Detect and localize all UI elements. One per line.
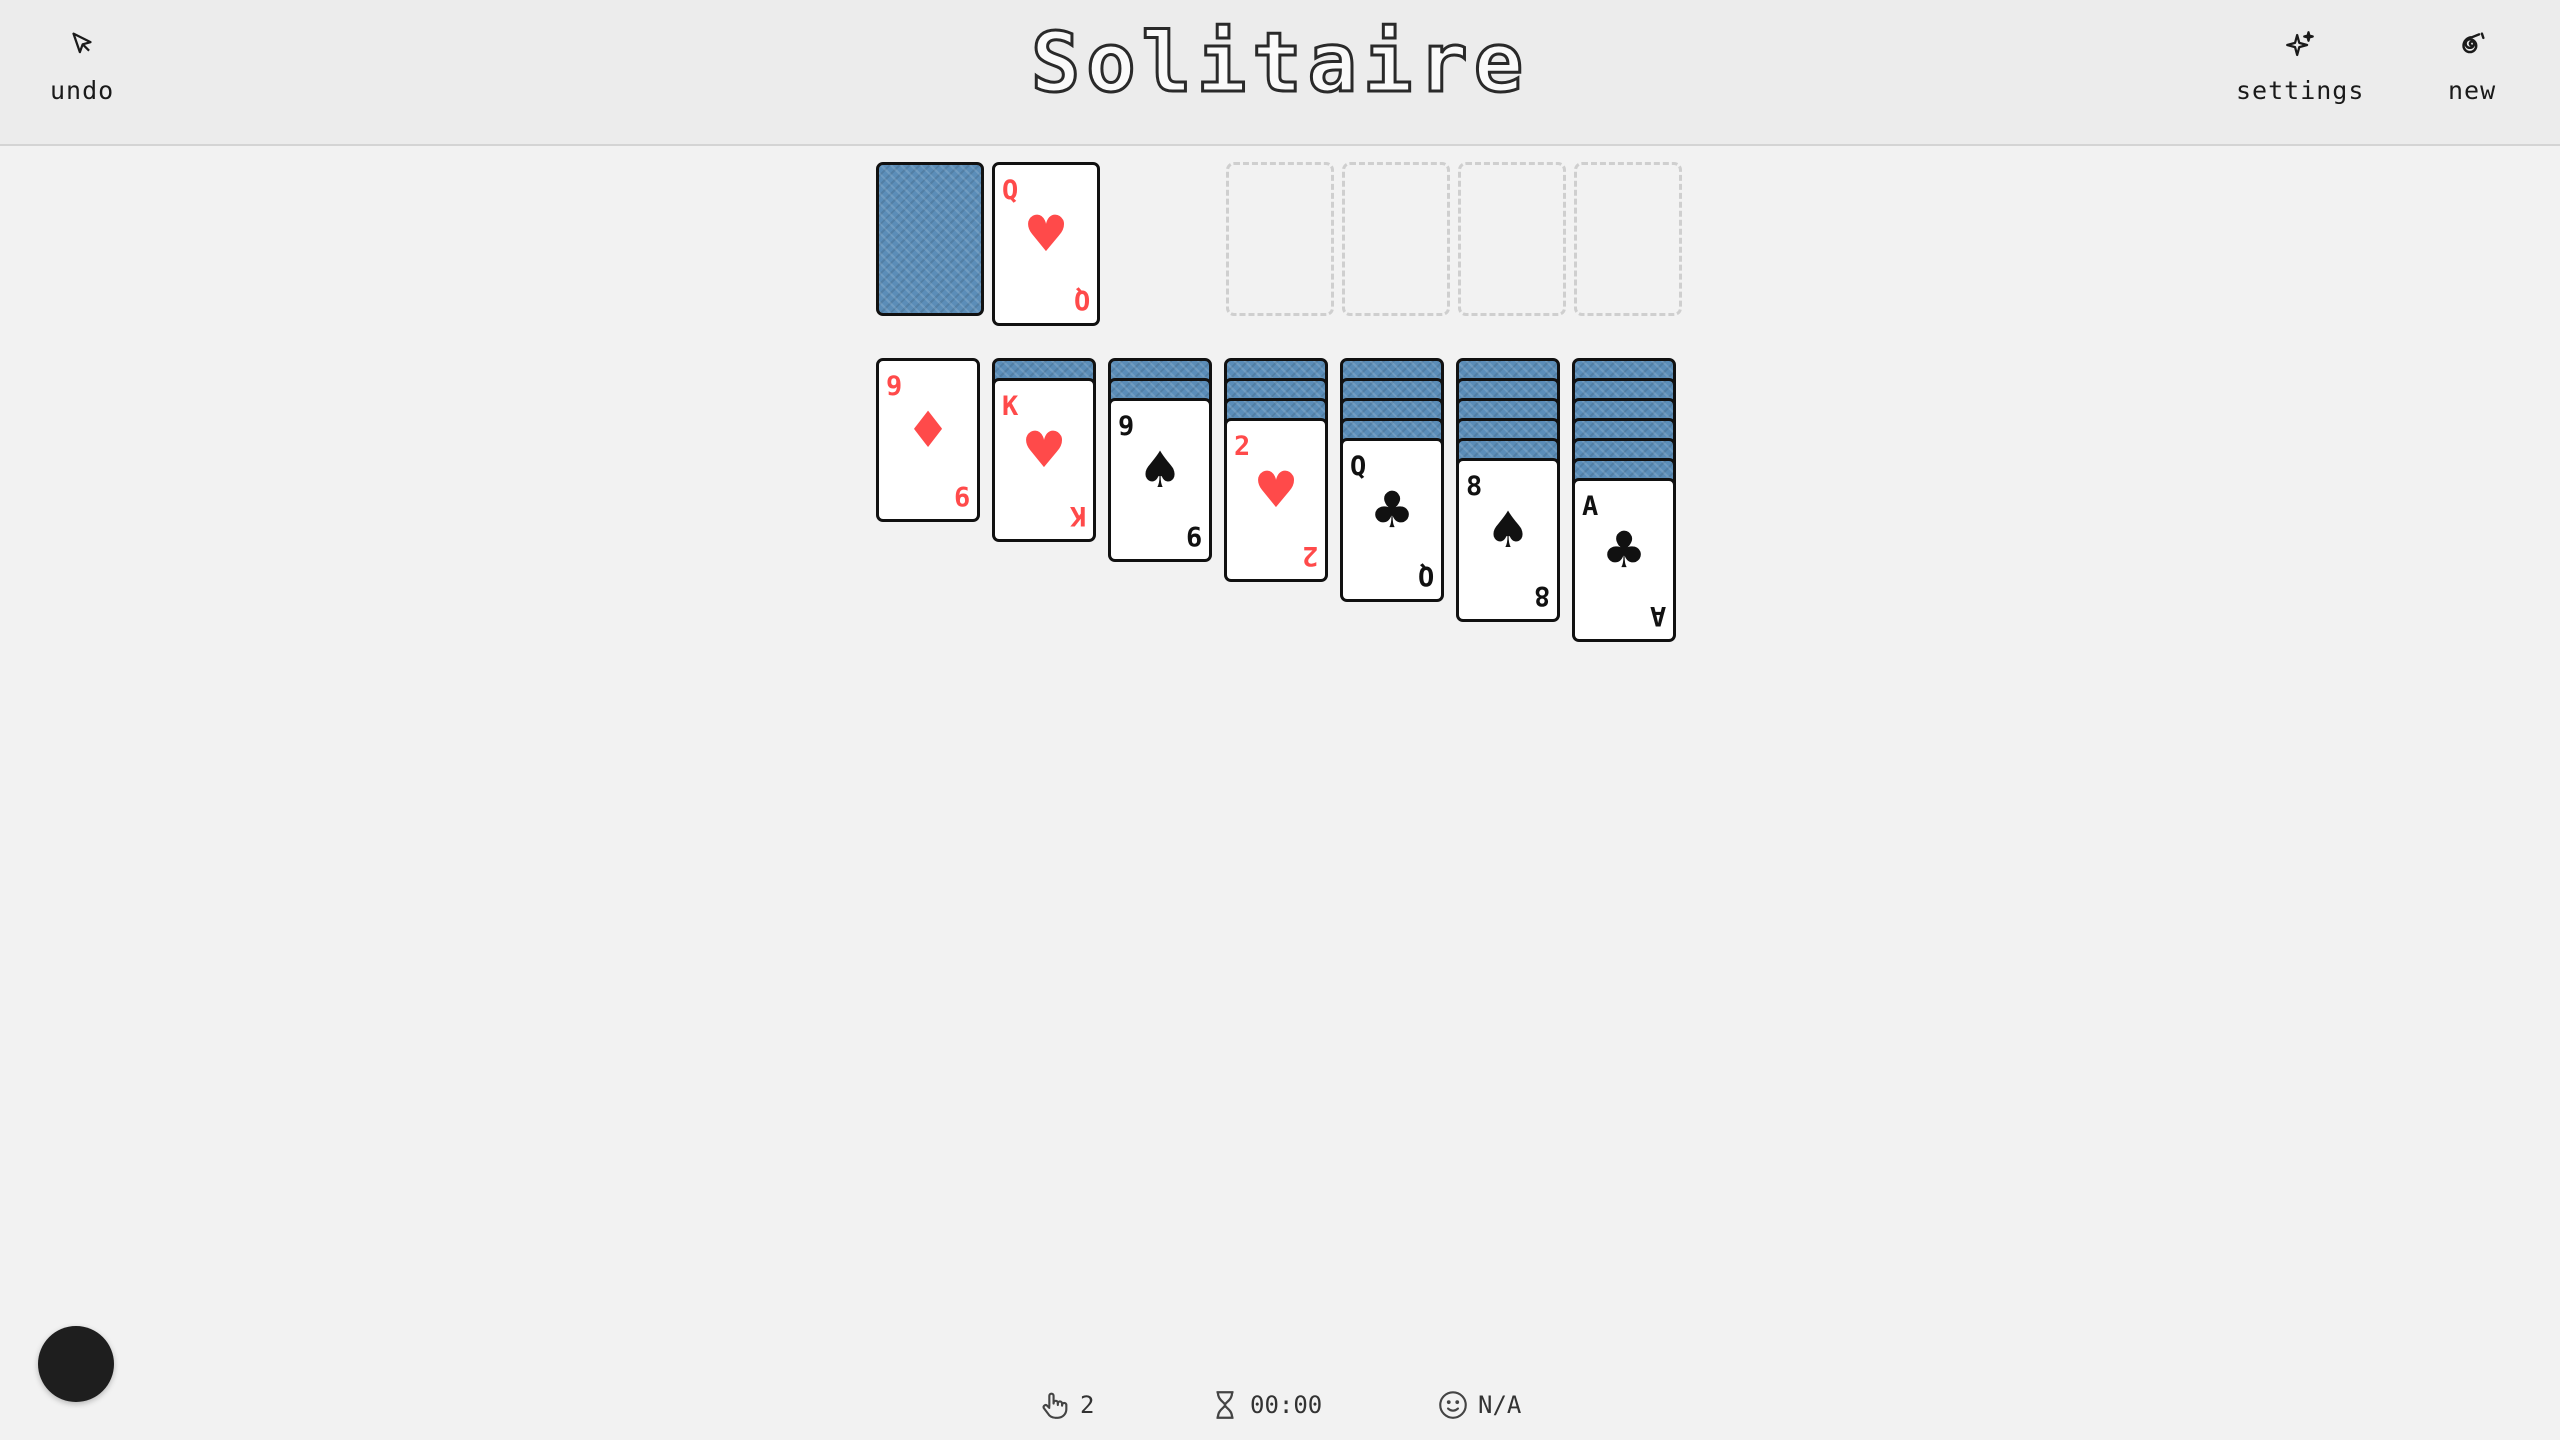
card-rank: A bbox=[1582, 491, 1599, 522]
card-rank: 8 bbox=[1466, 471, 1483, 502]
sparkle-icon bbox=[2286, 31, 2315, 57]
smiley-icon bbox=[1439, 1391, 1467, 1419]
tableau-card-3[interactable]: 9 ♠ 9 bbox=[1108, 398, 1212, 562]
card-rank-inverted: 9 bbox=[953, 480, 970, 511]
card-rank: 2 bbox=[1234, 431, 1251, 462]
settings-button[interactable]: settings bbox=[2236, 28, 2364, 118]
top-bar: undo Solitaire settings new bbox=[0, 0, 2560, 146]
card-rank-inverted: 2 bbox=[1301, 540, 1318, 571]
page-title: Solitaire bbox=[1029, 15, 1530, 113]
card-suit: ♥ bbox=[1021, 421, 1067, 479]
card-rank-inverted: 8 bbox=[1533, 580, 1550, 611]
tableau-card-7[interactable]: A ♣ A bbox=[1572, 478, 1676, 642]
foundation-slot-2[interactable] bbox=[1342, 162, 1450, 316]
new-game-button[interactable]: new bbox=[2448, 28, 2496, 118]
card-rank-inverted: K bbox=[1069, 500, 1086, 531]
stock-pile[interactable] bbox=[876, 162, 984, 316]
card-rank-inverted: Q bbox=[1417, 560, 1434, 591]
score-display: N/A bbox=[1436, 1388, 1521, 1422]
card-suit: ♦ bbox=[905, 401, 951, 459]
timer: 00:00 bbox=[1208, 1388, 1322, 1422]
spiral-icon bbox=[2462, 32, 2485, 54]
card-rank: K bbox=[1002, 391, 1019, 422]
tableau-card-1[interactable]: 9 ♦ 9 bbox=[876, 358, 980, 522]
floating-action-button[interactable] bbox=[38, 1326, 114, 1402]
card-rank: 9 bbox=[886, 371, 903, 402]
tableau-card-2[interactable]: K ♥ K bbox=[992, 378, 1096, 542]
card-rank-inverted: 9 bbox=[1185, 520, 1202, 551]
card-suit: ♣ bbox=[1601, 521, 1647, 579]
time-value: 00:00 bbox=[1250, 1391, 1323, 1419]
foundation-slot-1[interactable] bbox=[1226, 162, 1334, 316]
moves-counter: 2 bbox=[1038, 1388, 1094, 1422]
card-suit: ♣ bbox=[1369, 481, 1415, 539]
tableau-card-5[interactable]: Q ♣ Q bbox=[1340, 438, 1444, 602]
moves-value: 2 bbox=[1080, 1391, 1095, 1419]
card-suit: ♥ bbox=[1253, 461, 1299, 519]
foundation-slot-4[interactable] bbox=[1574, 162, 1682, 316]
tableau-card-6[interactable]: 8 ♠ 8 bbox=[1456, 458, 1560, 622]
card-suit: ♠ bbox=[1485, 501, 1531, 559]
tableau-card-4[interactable]: 2 ♥ 2 bbox=[1224, 418, 1328, 582]
settings-label: settings bbox=[2236, 76, 2365, 105]
waste-card[interactable]: Q ♥ Q bbox=[992, 162, 1100, 326]
card-suit: ♥ bbox=[1023, 205, 1069, 263]
card-rank-inverted: A bbox=[1649, 600, 1666, 631]
card-rank: Q bbox=[1002, 175, 1019, 206]
card-rank: Q bbox=[1350, 451, 1367, 482]
card-rank: 9 bbox=[1118, 411, 1135, 442]
score-value: N/A bbox=[1478, 1391, 1522, 1419]
new-label: new bbox=[2448, 76, 2497, 105]
hourglass-icon bbox=[1216, 1391, 1234, 1419]
card-suit: ♠ bbox=[1137, 441, 1183, 499]
card-rank-inverted: Q bbox=[1073, 284, 1090, 315]
hand-pointer-icon bbox=[1042, 1392, 1068, 1419]
foundation-slot-3[interactable] bbox=[1458, 162, 1566, 316]
